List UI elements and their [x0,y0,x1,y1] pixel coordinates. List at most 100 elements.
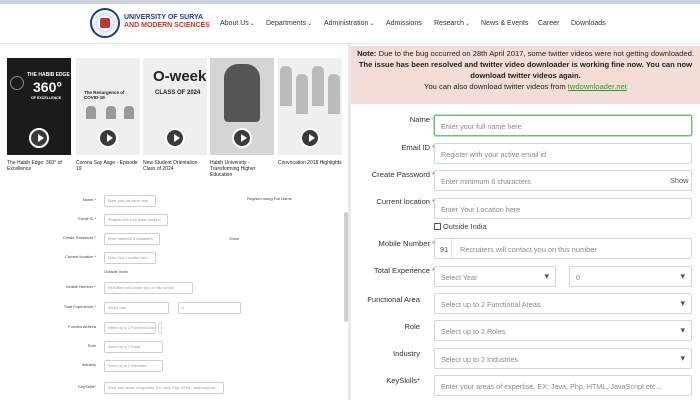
mini-mobile-label: Mobile Number * [66,284,96,289]
show-password-toggle[interactable]: Show [670,176,689,185]
mini-functional-label: Functional Area [68,324,96,329]
nav-item-career[interactable]: Career [538,20,559,27]
video-thumbnail[interactable]: THE HABIB EDGE 360° OF EXCELLENCE [7,58,71,155]
mini-functional-select[interactable]: Select up to 2 Functional Areas [104,322,156,334]
mini-role-select[interactable]: Select up to 2 Roles [104,341,163,353]
nav-item-news-events[interactable]: News & Events [481,20,528,27]
experience-label: Total Experience* [374,266,435,275]
experience-label-text: Total Experience [373,266,431,275]
name-input[interactable]: Enter your full name here [434,115,692,136]
speaker-figure [124,106,134,119]
notice-line-3: You can also download twitter videos fro… [355,81,696,92]
notice-line-1: Note: Due to the bug occurred on 28th Ap… [355,48,696,59]
video-card[interactable]: Habib University - Transforming Higher E… [210,58,274,178]
mobile-label: Mobile Number* [379,239,435,248]
video-thumbnail[interactable] [210,58,274,155]
email-input[interactable]: Register with your active email id [434,143,692,164]
outside-india-checkbox[interactable] [434,223,441,230]
video-caption[interactable]: The Habib Edge: 360° of Excellence [7,160,71,172]
play-icon[interactable] [300,128,320,148]
mini-location-label: Current location * [65,254,96,259]
graduate-figure [328,74,340,114]
notice-link[interactable]: twdownloader.net [568,82,627,91]
speaker-figure [106,106,116,119]
video-thumbnail[interactable]: The Resurgence of COVID-19 [76,58,140,155]
video-card[interactable]: The Resurgence of COVID-19 Corona Say Aag… [76,58,140,172]
thumbnail-subtitle: CLASS OF 2024 [155,90,201,96]
name-label-text: Name [409,115,431,124]
play-icon[interactable] [232,128,252,148]
role-select[interactable]: Select up to 2 Roles [434,320,692,341]
name-label: Name* [410,115,435,124]
nav-item-departments[interactable]: Departments⌄ [266,20,312,27]
password-label: Create Password* [372,170,435,179]
mini-role-label: Role [87,343,96,348]
speaker-figure [86,106,96,119]
mini-experience-month[interactable]: 0 [178,302,241,314]
video-caption[interactable]: Habib University - Transforming Higher E… [210,160,274,178]
nav-item-admissions[interactable]: Admissions [386,20,422,27]
nav-item-label: Career [538,20,560,27]
video-caption[interactable]: Convocation 2018 Highlights [278,160,342,166]
video-card[interactable]: Convocation 2018 Highlights [278,58,342,166]
brand-line-2: AND MODERN SCIENCES [124,22,210,29]
site-header: UNIVERSITY OF SURYA AND MODERN SCIENCES … [0,4,700,44]
video-caption[interactable]: New Student Orientation Class of 2024 [143,160,207,172]
industry-label: Industry [392,349,420,358]
country-code[interactable]: 91 [440,245,448,254]
required-mark: * [417,376,420,385]
speaker-portrait [224,64,260,122]
mini-outside-india[interactable]: Outside India [104,269,128,274]
industry-select[interactable]: Select up to 2 Industries [434,348,692,369]
mini-name-label: Name * [82,197,96,202]
nav-item-administration[interactable]: Administration⌄ [324,20,374,27]
location-input[interactable]: Enter Your Location here [434,198,692,219]
emblem-icon [10,76,24,90]
mini-email-input[interactable]: Register with your active email id [104,214,168,226]
skills-label: KeySkills* [386,376,420,385]
skills-input[interactable]: Enter your areas of expertise. EX: Java,… [434,375,692,396]
mini-experience-year[interactable]: Select Year [104,302,169,314]
mini-location-input[interactable]: Enter Your Location here [104,252,156,264]
play-icon[interactable] [29,128,49,148]
password-label-text: Create Password [371,170,431,179]
mini-functional-chevron [158,322,162,334]
nav-item-label: Departments [266,20,307,27]
video-thumbnail[interactable]: O-week CLASS OF 2024 [143,58,207,155]
nav-item-about-us[interactable]: About Us⌄ [220,20,255,27]
mini-password-input[interactable]: Enter minimum 6 characters [104,233,160,245]
nav-item-label: Administration [324,20,369,27]
mini-industry-label: Industry [81,362,96,367]
video-caption[interactable]: Corona Say Aage - Episode 19 [76,160,140,172]
graduate-figure [312,66,324,106]
play-icon[interactable] [165,128,185,148]
mini-skills-label: KeySkills* [78,384,96,389]
video-card[interactable]: O-week CLASS OF 2024 New Student Orientati… [143,58,207,172]
mini-experience-label: Total Experience * [63,304,96,309]
email-label: Email ID* [401,143,435,152]
mobile-input[interactable]: Recruiters will contact you on this numb… [460,245,597,254]
functional-area-select[interactable]: Select up to 2 Functional Areas [434,293,692,314]
video-card[interactable]: THE HABIB EDGE 360° OF EXCELLENCE The Habib… [7,58,71,172]
thumbnail-title: THE HABIB EDGE [27,72,70,78]
mini-skills-input[interactable]: Enter your areas of expertise. EX: Java,… [104,382,224,394]
brand-line-1: UNIVERSITY OF SURYA [124,14,204,21]
video-thumbnail[interactable] [278,58,342,155]
nav-item-research[interactable]: Research⌄ [434,20,470,27]
mini-mobile-input[interactable]: Recruiters will contact you on this numb… [104,282,193,294]
mini-password-label: Create Password * [62,235,96,240]
mini-industry-select[interactable]: Select up to 2 Industries [104,360,163,372]
experience-month-select[interactable]: 0 [569,266,692,287]
play-icon[interactable] [98,128,118,148]
nav-item-downloads[interactable]: Downloads [571,20,606,27]
location-label: Current location* [376,197,435,206]
mini-show-toggle[interactable]: Show [229,236,239,241]
mini-name-input[interactable]: Enter your full name here [104,195,156,207]
brand-name[interactable]: UNIVERSITY OF SURYA AND MODERN SCIENCES [124,14,210,30]
password-input[interactable]: Enter minimum 6 characters [434,170,692,191]
experience-year-select[interactable]: Select Year [434,266,556,287]
skills-label-text: KeySkills [386,376,418,385]
university-logo[interactable] [90,8,120,38]
mini-email-label: Email ID * [78,216,96,221]
outside-india-label: Outside India [443,222,487,231]
